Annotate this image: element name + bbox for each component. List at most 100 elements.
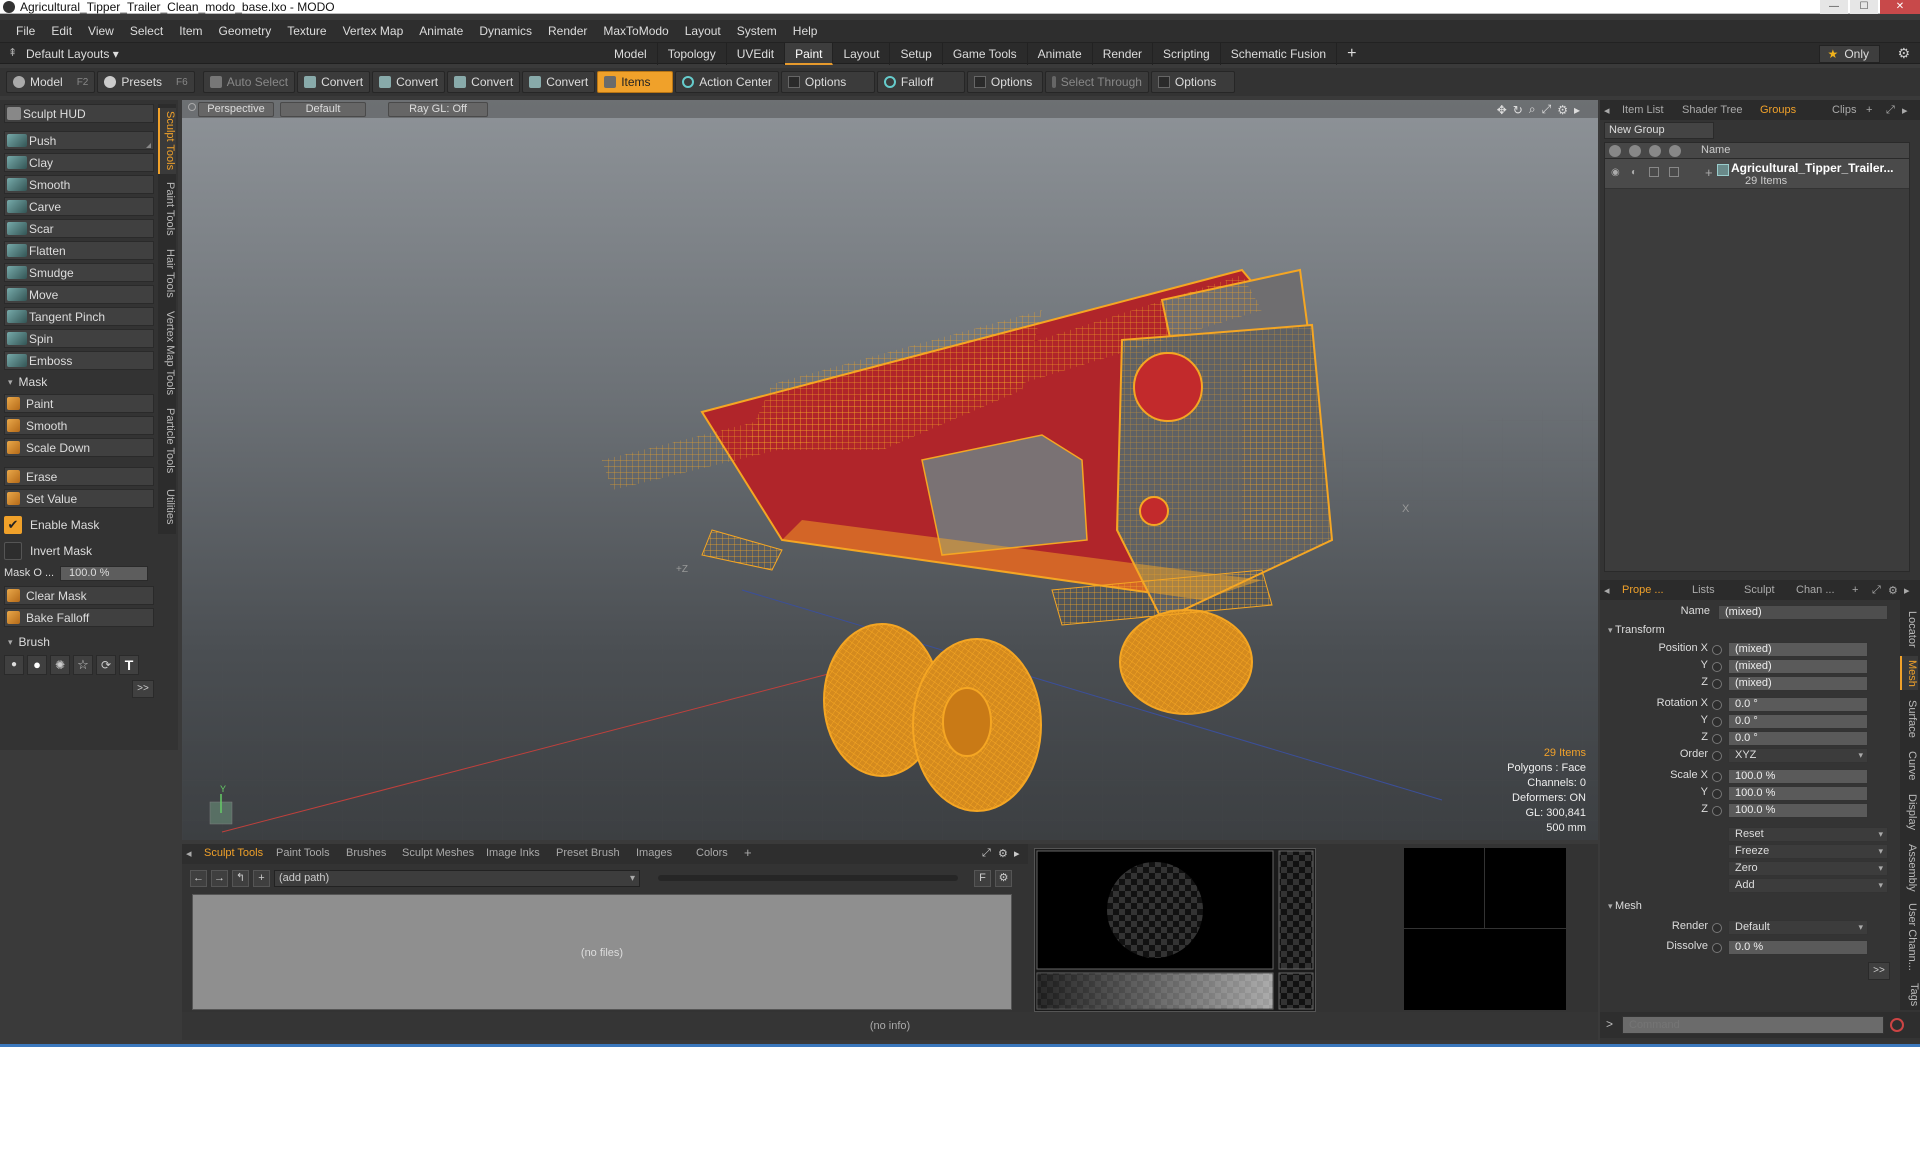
sculpt-hud-button[interactable]: Sculpt HUD xyxy=(4,104,154,123)
tool-smudge-button[interactable]: Smudge xyxy=(4,263,154,282)
tool-push-button[interactable]: Push xyxy=(4,131,154,150)
tab-scripting[interactable]: Scripting xyxy=(1153,43,1221,65)
path-dropdown[interactable]: (add path) xyxy=(274,869,640,887)
tab-item-list[interactable]: Item List xyxy=(1622,104,1664,116)
reset-dropdown[interactable]: Reset xyxy=(1728,827,1888,842)
tab-topology[interactable]: Topology xyxy=(658,43,727,65)
minimize-icon[interactable]: — xyxy=(1820,0,1848,14)
tool-emboss-button[interactable]: Emboss xyxy=(4,351,154,370)
render-column-icon[interactable] xyxy=(1629,145,1641,157)
items-button[interactable]: Items xyxy=(597,71,674,93)
tool-move-button[interactable]: Move xyxy=(4,285,154,304)
convert-materials-button[interactable]: Convert xyxy=(522,71,596,93)
record-macro-icon[interactable] xyxy=(1890,1018,1904,1032)
tab-assembly[interactable]: Assembly xyxy=(1900,840,1918,896)
position-y-field[interactable]: (mixed) xyxy=(1728,659,1868,674)
tab-display[interactable]: Display xyxy=(1900,790,1918,834)
tab-clips[interactable]: Clips xyxy=(1832,104,1856,116)
mesh-section-header[interactable]: Mesh xyxy=(1608,900,1642,912)
menu-animate[interactable]: Animate xyxy=(411,24,471,38)
bottom-gear-icon[interactable]: ⚙ xyxy=(998,847,1008,860)
convert-edges-button[interactable]: Convert xyxy=(372,71,446,93)
model-button[interactable]: Model F2 xyxy=(6,71,96,93)
clear-mask-button[interactable]: Clear Mask xyxy=(4,586,154,605)
add-tab-icon[interactable]: + xyxy=(1866,104,1872,116)
file-browser-area[interactable]: (no files) xyxy=(192,894,1012,1010)
pin-icon[interactable]: ⇞ xyxy=(8,46,17,59)
tab-preset-brush[interactable]: Preset Brush xyxy=(556,847,620,859)
back-arrow-icon[interactable]: ← xyxy=(190,869,207,887)
default-layouts-dropdown[interactable]: Default Layouts ▾ xyxy=(26,47,119,61)
scale-x-key-icon[interactable] xyxy=(1712,772,1722,782)
tab-uvedit[interactable]: UVEdit xyxy=(727,43,786,65)
render-dropdown[interactable]: Default xyxy=(1728,920,1868,935)
rotation-y-key-icon[interactable] xyxy=(1712,717,1722,727)
close-icon[interactable]: ✕ xyxy=(1880,0,1920,14)
bottom-expand-icon[interactable]: ▸ xyxy=(1014,847,1020,860)
menu-geometry[interactable]: Geometry xyxy=(211,24,280,38)
properties-more-button[interactable]: >> xyxy=(1868,962,1890,980)
mask-scale-down-button[interactable]: Scale Down xyxy=(4,438,154,457)
eye-icon[interactable]: ◉ xyxy=(1611,167,1620,178)
tab-surface[interactable]: Surface xyxy=(1900,696,1918,742)
position-z-key-icon[interactable] xyxy=(1712,679,1722,689)
position-x-field[interactable]: (mixed) xyxy=(1728,642,1868,657)
order-dropdown[interactable]: XYZ xyxy=(1728,748,1868,763)
tab-particle-tools[interactable]: Particle Tools xyxy=(158,406,176,476)
options-checkbox[interactable] xyxy=(1157,76,1170,88)
scale-x-field[interactable]: 100.0 % xyxy=(1728,769,1868,784)
properties-more-icon[interactable]: ▸ xyxy=(1904,584,1910,597)
menu-maxtomodo[interactable]: MaxToModo xyxy=(595,24,676,38)
add-tab-icon[interactable]: + xyxy=(744,845,752,860)
scene-panel-menu-icon[interactable]: ◂ xyxy=(1604,104,1610,117)
tool-scar-button[interactable]: Scar xyxy=(4,219,154,238)
tool-spin-button[interactable]: Spin xyxy=(4,329,154,348)
erase-button[interactable]: Erase xyxy=(4,467,154,486)
falloff-button[interactable]: Falloff xyxy=(876,71,965,93)
auto-select-button[interactable]: Auto Select xyxy=(202,71,296,93)
enable-mask-checkbox[interactable]: ✔ xyxy=(4,516,22,534)
tab-colors[interactable]: Colors xyxy=(696,847,728,859)
tab-channels[interactable]: Chan ... xyxy=(1796,584,1835,596)
add-dropdown[interactable]: Add xyxy=(1728,878,1888,893)
dissolve-key-icon[interactable] xyxy=(1712,943,1722,953)
text-brush-icon[interactable]: T xyxy=(119,655,139,675)
rotation-z-key-icon[interactable] xyxy=(1712,734,1722,744)
scale-z-key-icon[interactable] xyxy=(1712,806,1722,816)
tab-layout[interactable]: Layout xyxy=(833,43,891,65)
tab-sculpt[interactable]: Sculpt xyxy=(1744,584,1775,596)
position-x-key-icon[interactable] xyxy=(1712,645,1722,655)
mask-smooth-button[interactable]: Smooth xyxy=(4,416,154,435)
tab-locator[interactable]: Locator xyxy=(1900,608,1918,650)
rotation-y-field[interactable]: 0.0 ° xyxy=(1728,714,1868,729)
action-center-button[interactable]: Action Center xyxy=(675,71,779,93)
position-y-key-icon[interactable] xyxy=(1712,662,1722,672)
tool-tangent-pinch-button[interactable]: Tangent Pinch xyxy=(4,307,154,326)
falloff-options-button[interactable]: Options xyxy=(966,71,1043,93)
mask-opacity-field[interactable]: 100.0 % xyxy=(60,565,148,581)
gear-icon[interactable]: ⚙ xyxy=(1897,45,1910,62)
select-through-button[interactable]: Select Through xyxy=(1044,71,1149,93)
tool-clay-button[interactable]: Clay xyxy=(4,153,154,172)
menu-view[interactable]: View xyxy=(80,24,122,38)
browser-gear-icon[interactable]: ⚙ xyxy=(995,869,1012,887)
render-toggle-icon[interactable]: ◐ xyxy=(1631,167,1637,178)
invert-mask-row[interactable]: Invert Mask xyxy=(4,540,154,562)
rotation-x-key-icon[interactable] xyxy=(1712,700,1722,710)
tab-render[interactable]: Render xyxy=(1093,43,1154,65)
freeze-dropdown[interactable]: Freeze xyxy=(1728,844,1888,859)
tool-smooth-button[interactable]: Smooth xyxy=(4,175,154,194)
visibility-column-icon[interactable] xyxy=(1609,145,1621,157)
position-z-field[interactable]: (mixed) xyxy=(1728,676,1868,691)
tab-sculpt-meshes[interactable]: Sculpt Meshes xyxy=(402,847,474,859)
brush-more-button[interactable]: >> xyxy=(132,680,154,698)
star-brush-icon[interactable]: ☆ xyxy=(73,655,93,675)
convert-vertices-button[interactable]: Convert xyxy=(297,71,371,93)
rotation-z-field[interactable]: 0.0 ° xyxy=(1728,731,1868,746)
options-checkbox[interactable] xyxy=(973,76,986,88)
tab-image-inks[interactable]: Image Inks xyxy=(486,847,540,859)
brush-section-header[interactable]: Brush xyxy=(4,633,154,651)
select-options-button[interactable]: Options xyxy=(1150,71,1235,93)
group-row[interactable]: ◉ ◐ + Agricultural_Tipper_Trailer... 29 … xyxy=(1605,159,1909,189)
select-toggle-icon[interactable] xyxy=(1669,167,1679,177)
